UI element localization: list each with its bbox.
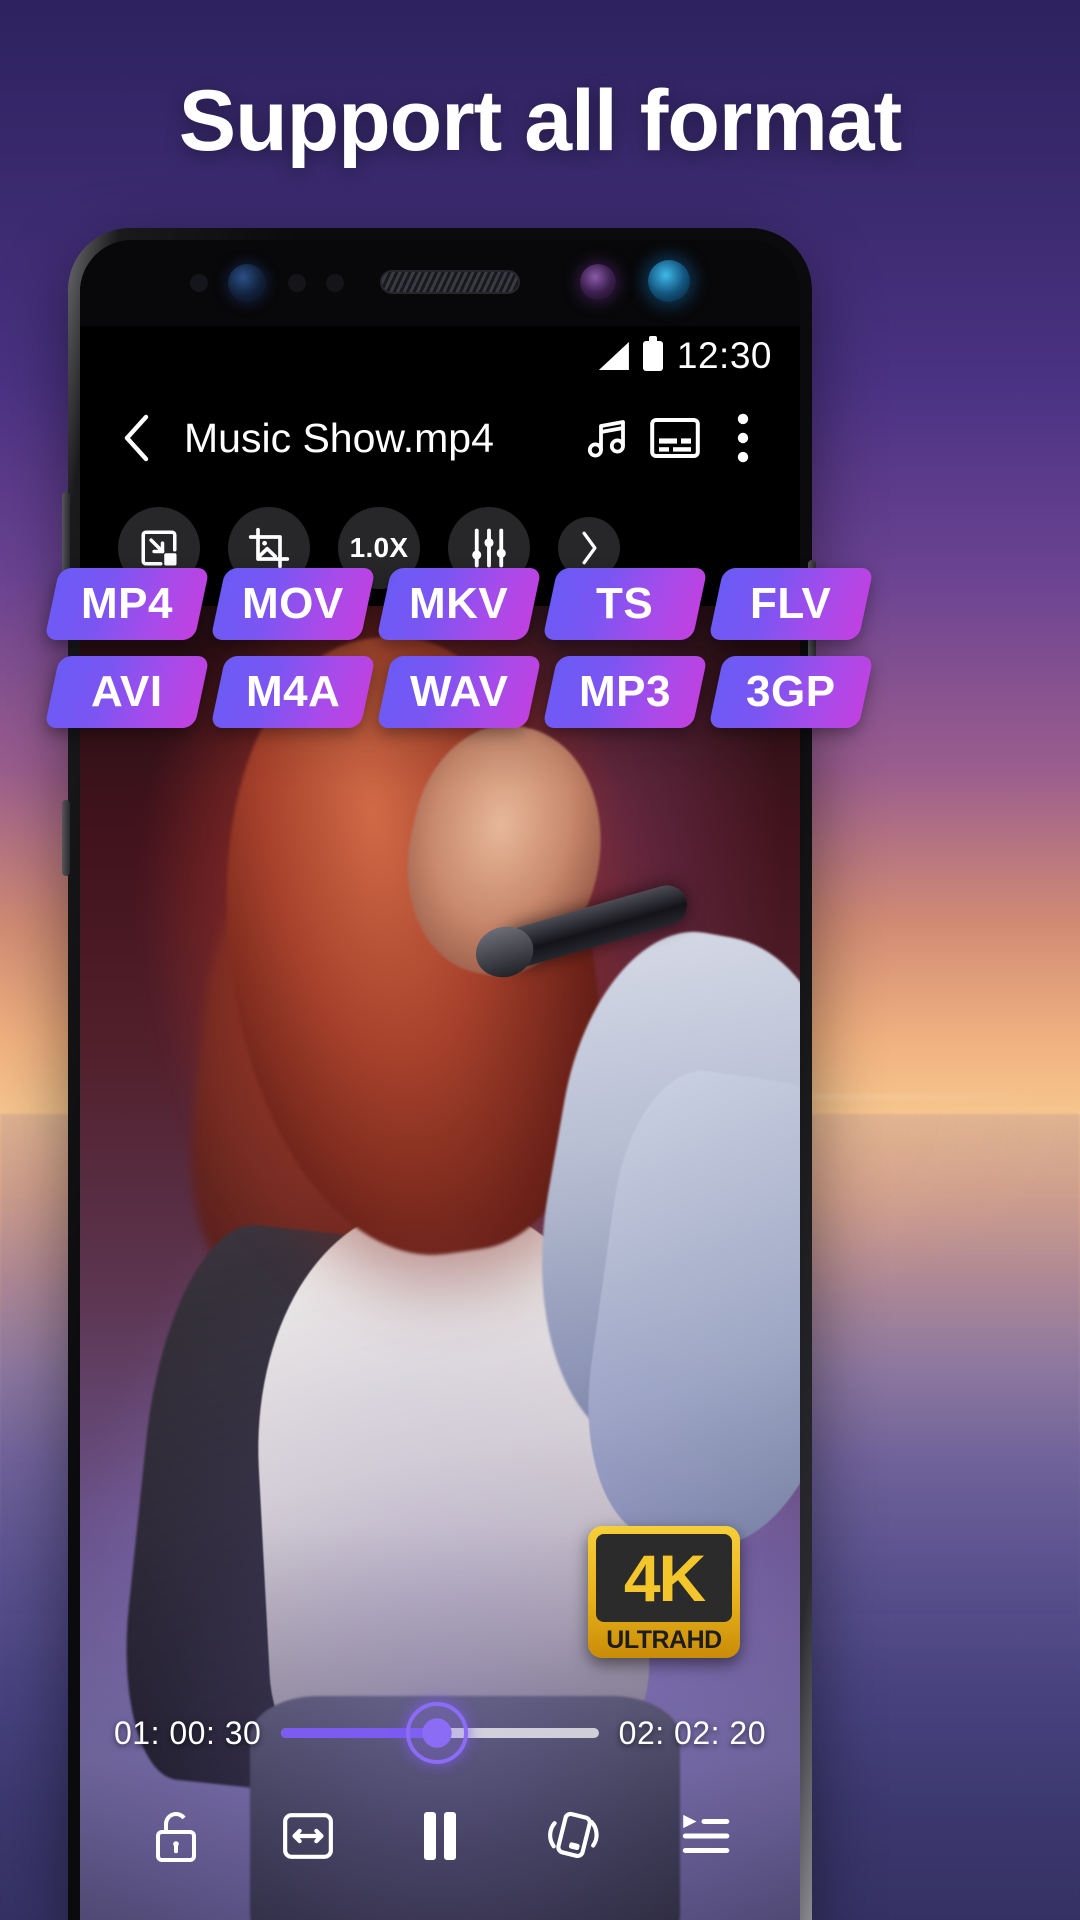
play-pause-button[interactable] bbox=[397, 1793, 483, 1879]
sensor-dot-icon bbox=[288, 274, 306, 292]
playlist-icon bbox=[682, 1814, 730, 1854]
format-badges: MP4 MOV MKV TS FLV AVI M4A WAV MP3 3GP bbox=[0, 568, 1080, 744]
quality-badge-sub-bold: HD bbox=[686, 1625, 723, 1654]
playlist-button[interactable] bbox=[661, 1793, 747, 1879]
secondary-camera-icon bbox=[648, 260, 690, 302]
format-badge-label: MP3 bbox=[579, 667, 671, 716]
format-badge-row-1: MP4 MOV MKV TS FLV bbox=[0, 568, 1080, 640]
equalizer-sliders-icon bbox=[472, 528, 506, 568]
quality-badge-sub-light: ULTRA bbox=[606, 1625, 687, 1654]
format-badge-label: MKV bbox=[409, 579, 509, 628]
subtitle-icon bbox=[650, 418, 700, 458]
audio-track-button[interactable] bbox=[576, 407, 638, 469]
seek-bar-row: 01: 00: 30 02: 02: 20 bbox=[80, 1698, 800, 1768]
signal-bars-icon bbox=[598, 342, 629, 370]
page-title: Support all format bbox=[178, 73, 903, 169]
format-badge[interactable]: MOV bbox=[210, 568, 376, 640]
seek-bar-thumb[interactable] bbox=[405, 1702, 468, 1764]
sensor-dot-icon bbox=[326, 274, 344, 292]
rotate-screen-button[interactable] bbox=[529, 1793, 615, 1879]
unlock-icon bbox=[156, 1812, 196, 1862]
more-vertical-icon bbox=[737, 413, 749, 463]
quality-badge-main-label: 4K bbox=[623, 1541, 706, 1615]
pause-icon bbox=[424, 1812, 456, 1860]
battery-full-icon bbox=[642, 336, 663, 371]
format-badge-label: 3GP bbox=[746, 667, 836, 716]
phone-screen: 4K ULTRA HD 01: 00: 30 02: 02: 20 12:30 … bbox=[80, 240, 800, 1920]
phone-notch bbox=[80, 240, 800, 326]
format-badge[interactable]: WAV bbox=[376, 656, 542, 728]
phone-device-frame: 4K ULTRA HD 01: 00: 30 02: 02: 20 12:30 … bbox=[68, 228, 812, 1920]
format-badge-label: FLV bbox=[750, 579, 832, 628]
chevron-left-icon bbox=[124, 414, 149, 462]
format-badge-row-2: AVI M4A WAV MP3 3GP bbox=[0, 656, 1080, 728]
quality-badge-main: 4K bbox=[596, 1534, 732, 1622]
format-badge-label: WAV bbox=[409, 667, 509, 716]
status-bar-clock: 12:30 bbox=[676, 335, 772, 376]
subtitle-button[interactable] bbox=[644, 407, 706, 469]
format-badge[interactable]: FLV bbox=[708, 568, 874, 640]
format-badge-label: TS bbox=[596, 579, 654, 628]
image-crop-icon bbox=[248, 527, 290, 569]
arrows-horizontal-icon bbox=[283, 1813, 333, 1859]
format-badge[interactable]: M4A bbox=[210, 656, 376, 728]
status-bar: 12:30 bbox=[80, 326, 800, 386]
phone-volume-down-button bbox=[62, 800, 70, 876]
total-time-label: 02: 02: 20 bbox=[618, 1714, 766, 1751]
iris-scanner-icon bbox=[580, 264, 616, 300]
app-bar: Music Show.mp4 bbox=[80, 386, 800, 490]
format-badge[interactable]: MKV bbox=[376, 568, 542, 640]
format-badge[interactable]: 3GP bbox=[708, 656, 874, 728]
format-badge[interactable]: AVI bbox=[44, 656, 210, 728]
quality-badge: 4K ULTRA HD bbox=[588, 1526, 740, 1658]
video-surface[interactable]: 4K ULTRA HD 01: 00: 30 02: 02: 20 bbox=[80, 606, 800, 1920]
quality-badge-sub: ULTRA HD bbox=[606, 1622, 723, 1658]
front-camera-icon bbox=[228, 264, 266, 302]
rotate-device-icon bbox=[548, 1811, 599, 1859]
seek-bar-track[interactable] bbox=[281, 1702, 599, 1764]
music-note-icon bbox=[587, 420, 625, 458]
more-options-button[interactable] bbox=[712, 407, 774, 469]
back-button[interactable] bbox=[106, 407, 168, 469]
earpiece-speaker-icon bbox=[380, 270, 520, 294]
sensor-dot-icon bbox=[190, 274, 208, 292]
format-badge-label: AVI bbox=[91, 667, 163, 716]
format-badge[interactable]: TS bbox=[542, 568, 708, 640]
lock-button[interactable] bbox=[133, 1793, 219, 1879]
format-badge[interactable]: MP3 bbox=[542, 656, 708, 728]
playback-speed-label: 1.0X bbox=[349, 532, 409, 563]
format-badge-label: MOV bbox=[242, 579, 344, 628]
picture-in-picture-icon bbox=[141, 530, 177, 566]
video-title: Music Show.mp4 bbox=[184, 414, 494, 461]
current-time-label: 01: 00: 30 bbox=[114, 1714, 262, 1751]
format-badge[interactable]: MP4 bbox=[44, 568, 210, 640]
chevron-right-icon bbox=[582, 531, 597, 565]
fit-screen-button[interactable] bbox=[265, 1793, 351, 1879]
format-badge-label: M4A bbox=[245, 667, 341, 716]
playback-controls bbox=[80, 1788, 800, 1884]
format-badge-label: MP4 bbox=[81, 579, 173, 628]
